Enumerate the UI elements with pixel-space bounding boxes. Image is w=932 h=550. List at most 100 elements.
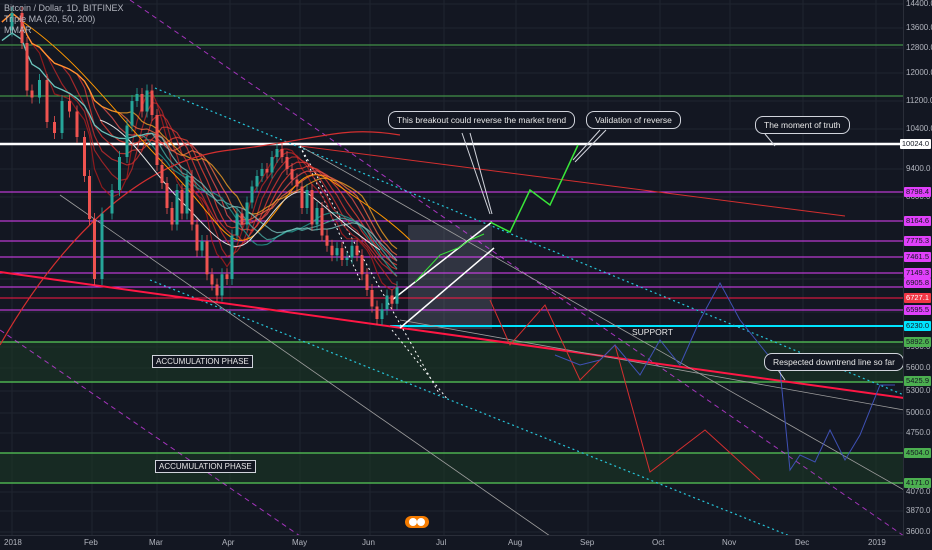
candle-body bbox=[255, 176, 259, 187]
callout-validation: Validation of reverse bbox=[586, 111, 681, 129]
time-tick-label: Dec bbox=[795, 538, 810, 547]
candle-body bbox=[100, 213, 104, 279]
price-tag: 8164.6 bbox=[904, 216, 931, 226]
candle-body bbox=[320, 208, 324, 236]
candle-body bbox=[315, 208, 319, 225]
price-tag: 4171.0 bbox=[904, 478, 931, 488]
price-tick-label: 9400.0 bbox=[906, 164, 931, 173]
time-tick-label: 2019 bbox=[868, 538, 886, 547]
candle-body bbox=[305, 190, 309, 208]
candle-body bbox=[385, 295, 389, 310]
candle-body bbox=[125, 125, 129, 157]
candle-body bbox=[30, 90, 34, 98]
candle-body bbox=[380, 309, 384, 319]
price-tag: 6595.5 bbox=[904, 305, 931, 315]
candle-body bbox=[195, 224, 199, 251]
candle-body bbox=[210, 274, 214, 285]
candle-body bbox=[350, 245, 354, 258]
candle-body bbox=[160, 165, 164, 183]
time-tick-label: Nov bbox=[722, 538, 737, 547]
candle-body bbox=[150, 90, 154, 115]
candle-body bbox=[270, 157, 274, 173]
candle-body bbox=[335, 248, 339, 256]
price-tag: 6230.0 bbox=[904, 321, 931, 331]
time-axis[interactable]: 2018 Feb Mar Apr May Jun Jul Aug Sep Oct Nov Dec 201… bbox=[0, 535, 904, 550]
candle-body bbox=[310, 190, 314, 225]
callout-breakout: This breakout could reverse the market t… bbox=[388, 111, 576, 129]
candle-body bbox=[230, 235, 234, 279]
candle-body bbox=[370, 290, 374, 307]
candle-body bbox=[295, 179, 299, 187]
candle-body bbox=[250, 186, 254, 203]
candle-body bbox=[130, 101, 134, 126]
price-tag: 5892.6 bbox=[904, 337, 931, 347]
candle-body bbox=[330, 245, 334, 256]
candle-body bbox=[395, 287, 399, 304]
time-tick-label: 2018 bbox=[4, 538, 22, 547]
candle-body bbox=[135, 94, 139, 101]
price-tick-label: 11200.0 bbox=[906, 96, 932, 105]
time-tick-label: Jun bbox=[362, 538, 375, 547]
candle-body bbox=[45, 80, 49, 122]
chart-legend: Bitcoin / Dollar, 1D, BITFINEX Triple MA… bbox=[4, 3, 124, 36]
candle-body bbox=[165, 183, 169, 208]
candle-body bbox=[83, 137, 86, 176]
candle-body bbox=[180, 190, 184, 214]
candle-body bbox=[68, 101, 71, 112]
candle-body bbox=[325, 235, 329, 246]
accumulation-label-1: ACCUMULATION PHASE bbox=[152, 355, 253, 368]
price-tick-label: 3600.0 bbox=[906, 527, 931, 536]
price-chart[interactable] bbox=[0, 0, 904, 536]
price-tag: 7775.3 bbox=[904, 236, 931, 246]
candle-body bbox=[355, 245, 359, 256]
candle-body bbox=[110, 190, 114, 214]
price-axis[interactable]: 14400.0 13600.0 12800.0 12000.0 11200.0 10400… bbox=[899, 0, 932, 550]
price-tick-label: 12800.0 bbox=[906, 43, 932, 52]
candle-body bbox=[175, 190, 179, 225]
candle-body bbox=[205, 241, 209, 275]
price-tick-label: 12000.0 bbox=[906, 68, 932, 77]
candle-body bbox=[118, 157, 121, 190]
symbol-title: Bitcoin / Dollar, 1D, BITFINEX bbox=[4, 3, 124, 13]
indicator-title-2: MMAR bbox=[4, 25, 32, 35]
price-tick-label: 14400.0 bbox=[906, 0, 932, 8]
price-tick-label: 4750.0 bbox=[906, 428, 931, 437]
candle-body bbox=[185, 176, 189, 214]
price-tick-label: 13600.0 bbox=[906, 23, 932, 32]
candle-body bbox=[155, 115, 159, 165]
time-tick-label: Aug bbox=[508, 538, 523, 547]
candle-body bbox=[260, 169, 264, 176]
price-tag: 6905.8 bbox=[904, 278, 931, 288]
time-tick-label: May bbox=[292, 538, 308, 547]
candle-body bbox=[240, 213, 244, 225]
price-tick-label: 5300.0 bbox=[906, 386, 931, 395]
candle-body bbox=[60, 101, 64, 133]
tradingview-logo-icon bbox=[404, 514, 430, 530]
price-tag: 8798.4 bbox=[904, 187, 931, 197]
candle-body bbox=[340, 248, 344, 260]
time-tick-label: Feb bbox=[84, 538, 98, 547]
candle-body bbox=[390, 295, 394, 304]
candle-body bbox=[275, 149, 279, 157]
price-tick-label: 10400.0 bbox=[906, 124, 932, 133]
callout-downtrend: Respected downtrend line so far bbox=[764, 353, 904, 371]
candle-body bbox=[215, 284, 219, 296]
candle-body bbox=[300, 186, 304, 208]
indicator-title: Triple MA (20, 50, 200) bbox=[4, 14, 96, 24]
candle-body bbox=[88, 176, 91, 219]
candle-body bbox=[25, 43, 29, 91]
time-tick-label: Mar bbox=[149, 538, 163, 547]
accumulation-label-2: ACCUMULATION PHASE bbox=[155, 460, 256, 473]
time-tick-label: Sep bbox=[580, 538, 595, 547]
candle-body bbox=[38, 80, 41, 98]
price-tag: 4504.0 bbox=[904, 448, 931, 458]
candle-body bbox=[53, 122, 56, 133]
price-tag: 7461.5 bbox=[904, 252, 931, 262]
candle-body bbox=[190, 176, 194, 225]
candle-body bbox=[145, 90, 149, 112]
support-label: SUPPORT bbox=[632, 327, 673, 337]
candle-body bbox=[245, 202, 249, 225]
candle-body bbox=[140, 94, 144, 112]
candle-body bbox=[200, 241, 204, 251]
price-tag: 7149.3 bbox=[904, 268, 931, 278]
